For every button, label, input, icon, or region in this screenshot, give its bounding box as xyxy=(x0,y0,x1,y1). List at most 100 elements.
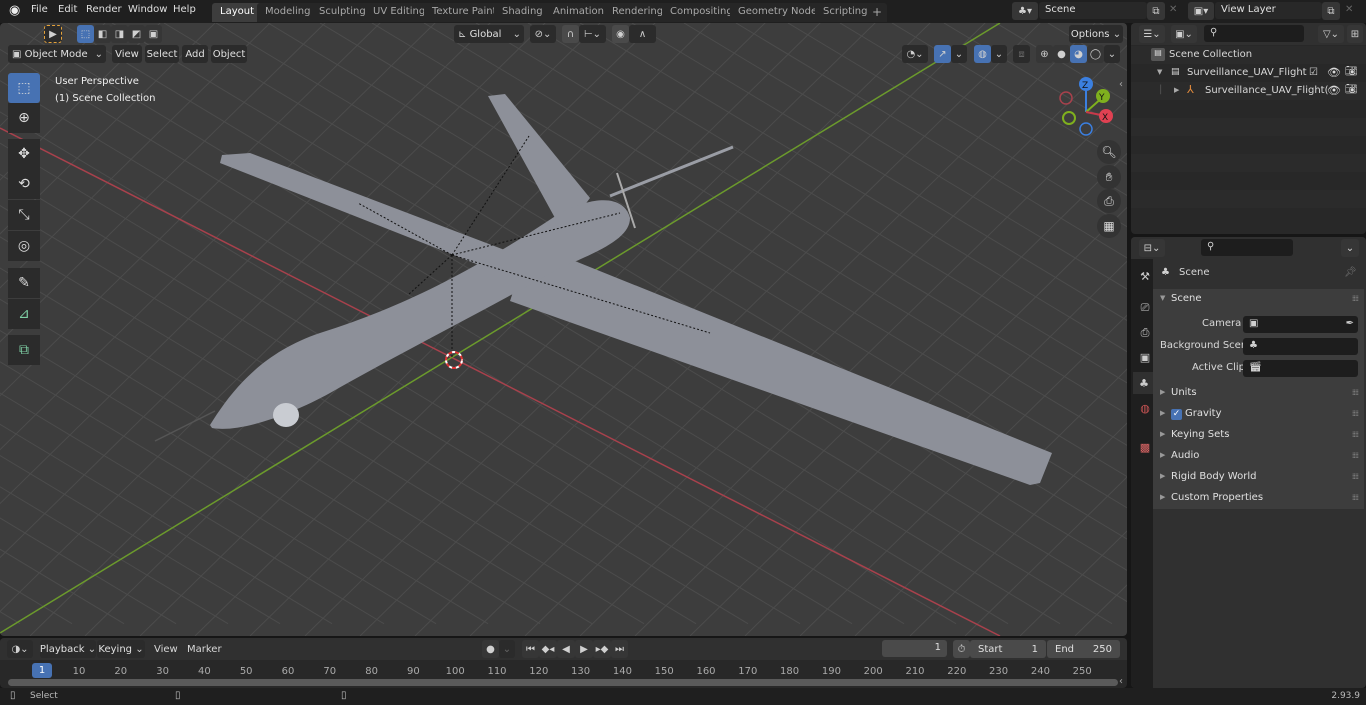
tab-modeling[interactable]: Modeling xyxy=(257,3,319,22)
xray-toggle[interactable]: ⧈ xyxy=(1013,45,1030,63)
end-frame-field[interactable]: End 250 xyxy=(1047,640,1120,658)
menu-view[interactable]: View xyxy=(154,644,178,655)
menu-add[interactable]: Add xyxy=(182,45,208,63)
pan-view-button[interactable]: ✋︎ xyxy=(1097,165,1121,189)
playhead[interactable]: 1 xyxy=(32,663,52,678)
pin-icon[interactable]: 📌︎ xyxy=(1344,267,1357,278)
menu-marker[interactable]: Marker xyxy=(187,644,222,655)
tool-select-toggle[interactable]: ▶ xyxy=(44,25,62,43)
panel-rigid-body-world[interactable]: ▶ Rigid Body World ⁞⁞⁞⁞ xyxy=(1153,467,1364,488)
options-dropdown[interactable]: Options ⌄ xyxy=(1069,25,1123,43)
add-workspace-button[interactable]: + xyxy=(867,3,888,22)
drag-handle-icon[interactable]: ⁞⁞⁞⁞ xyxy=(1352,430,1359,439)
play-reverse-button[interactable]: ◀ xyxy=(557,640,575,658)
new-scene-button[interactable]: ⧉ xyxy=(1147,2,1165,20)
snap-toggle[interactable]: ∩ xyxy=(562,25,579,43)
play-button[interactable]: ▶ xyxy=(575,640,593,658)
new-collection-button[interactable]: ⊞ xyxy=(1347,25,1363,43)
shading-dropdown[interactable]: ⌄ xyxy=(1104,45,1120,63)
shading-wireframe[interactable]: ⊕ xyxy=(1036,45,1053,63)
proportional-falloff-dropdown[interactable]: ∧ xyxy=(629,25,656,43)
camera-view-button[interactable]: ⎙ xyxy=(1097,189,1121,213)
zoom-view-button[interactable]: 🔍︎ xyxy=(1097,140,1121,164)
background-scene-field[interactable]: ♣ xyxy=(1243,338,1358,355)
render-camera-icon[interactable]: 📷︎ xyxy=(1345,84,1358,95)
panel-custom-properties[interactable]: ▶ Custom Properties ⁞⁞⁞⁞ xyxy=(1153,488,1364,509)
menu-edit[interactable]: Edit xyxy=(58,4,77,15)
tab-texture-paint[interactable]: Texture Paint xyxy=(424,3,505,22)
sidebar-toggle-icon[interactable]: ‹ xyxy=(1119,79,1123,90)
tab-uv-editing[interactable]: UV Editing xyxy=(365,3,434,22)
panel-gravity[interactable]: ▶ ✓ Gravity ⁞⁞⁞⁞ xyxy=(1153,404,1364,425)
tool-measure[interactable]: ⊿ xyxy=(8,299,40,329)
menu-file[interactable]: File xyxy=(31,4,48,15)
select-mode-extend[interactable]: ◧ xyxy=(94,25,111,43)
menu-object[interactable]: Object xyxy=(211,45,247,63)
tab-layout[interactable]: Layout xyxy=(212,3,262,22)
tab-view-layer[interactable]: ▣ xyxy=(1135,346,1155,368)
tool-transform[interactable]: ◎ xyxy=(8,231,40,261)
drag-handle-icon[interactable]: ⁞⁞⁞⁞ xyxy=(1352,472,1359,481)
jump-start-button[interactable]: ⏮ xyxy=(522,640,539,658)
keying-dropdown[interactable]: Keying ⌄ xyxy=(97,640,145,658)
start-frame-field[interactable]: Start 1 xyxy=(970,640,1046,658)
3d-viewport[interactable]: ⌖▾ ▶ ⬚ ◧ ◨ ◩ ▣ ▣ Object Mode ⌄ View Sele… xyxy=(0,23,1127,636)
tool-annotate[interactable]: ✎ xyxy=(8,268,40,298)
expand-arrow-icon[interactable]: ▶ xyxy=(1174,86,1179,94)
visibility-dropdown[interactable]: ◔⌄ xyxy=(902,45,928,63)
blender-logo-icon[interactable]: ◉ xyxy=(9,3,20,18)
tab-compositing[interactable]: Compositing xyxy=(662,3,741,22)
tool-rotate[interactable]: ⟲ xyxy=(8,169,40,199)
tab-shading[interactable]: Shading xyxy=(494,3,551,22)
snap-target-dropdown[interactable]: ⊢⌄ xyxy=(579,25,606,43)
jump-end-button[interactable]: ⏭ xyxy=(611,640,628,658)
proportional-editing-toggle[interactable]: ◉ xyxy=(612,25,629,43)
panel-scene-header[interactable]: ▼ Scene ⁞⁞⁞⁞ xyxy=(1153,289,1364,310)
outliner-row-scene-collection[interactable]: ▤ Scene Collection xyxy=(1131,46,1366,64)
next-keyframe-button[interactable]: ▸◆ xyxy=(593,640,611,658)
menu-view[interactable]: View xyxy=(112,45,142,63)
select-mode-invert[interactable]: ◩ xyxy=(128,25,145,43)
eyedropper-icon[interactable]: ✒ xyxy=(1346,318,1354,329)
filter-dropdown[interactable]: ▽⌄ xyxy=(1318,25,1344,43)
outliner-row-collection[interactable]: ▼ ▤ Surveillance_UAV_Flight ☑ 👁︎ 📷︎ xyxy=(1131,64,1366,82)
properties-search-input[interactable]: ⚲ xyxy=(1201,239,1293,256)
menu-window[interactable]: Window xyxy=(128,4,167,15)
delete-view-layer-icon[interactable]: ✕ xyxy=(1345,4,1353,15)
view-layer-browse-button[interactable]: ▣▾ xyxy=(1188,2,1214,20)
tab-render[interactable]: ⎚ xyxy=(1135,297,1155,319)
view-layer-name-field[interactable]: View Layer xyxy=(1215,2,1322,19)
camera-field[interactable]: ▣ ✒ xyxy=(1243,316,1358,333)
timeline-scrollbar[interactable] xyxy=(8,679,1118,686)
menu-help[interactable]: Help xyxy=(173,4,196,15)
panel-keying-sets[interactable]: ▶ Keying Sets ⁞⁞⁞⁞ xyxy=(1153,425,1364,446)
shading-rendered[interactable]: ◯ xyxy=(1087,45,1104,63)
display-mode-dropdown[interactable]: ▣⌄ xyxy=(1171,25,1197,43)
tool-move[interactable]: ✥ xyxy=(8,139,40,169)
expand-arrow-icon[interactable]: ▼ xyxy=(1157,68,1162,76)
perspective-toggle-button[interactable]: ▦ xyxy=(1097,214,1121,238)
tool-select-box[interactable]: ⬚ xyxy=(8,73,40,103)
panel-units[interactable]: ▶ Units ⁞⁞⁞⁞ xyxy=(1153,383,1364,404)
current-frame-field[interactable]: 1 xyxy=(882,640,947,657)
drag-handle-icon[interactable]: ⁞⁞⁞⁞ xyxy=(1352,451,1359,460)
gravity-checkbox[interactable]: ✓ xyxy=(1171,409,1182,420)
tab-world[interactable]: ◍ xyxy=(1135,397,1155,419)
tool-cursor[interactable]: ⊕ xyxy=(8,103,40,133)
tab-tool[interactable]: ⚒ xyxy=(1135,265,1155,287)
tab-animation[interactable]: Animation xyxy=(545,3,612,22)
scene-browse-button[interactable]: ♣▾ xyxy=(1012,2,1038,20)
preview-range-toggle[interactable]: ⏱ xyxy=(953,640,970,658)
timeline-editor-type[interactable]: ◑⌄ xyxy=(7,640,33,658)
tab-output[interactable]: ⎙ xyxy=(1135,322,1155,344)
menu-select[interactable]: Select xyxy=(145,45,179,63)
prev-keyframe-button[interactable]: ◆◂ xyxy=(539,640,557,658)
drag-handle-icon[interactable]: ⁞⁞⁞⁞ xyxy=(1352,409,1359,418)
shading-solid[interactable]: ● xyxy=(1053,45,1070,63)
select-mode-new[interactable]: ⬚ xyxy=(77,25,94,43)
drag-handle-icon[interactable]: ⁞⁞⁞⁞ xyxy=(1352,388,1359,397)
shading-material[interactable]: ◕ xyxy=(1070,45,1087,63)
playback-dropdown[interactable]: Playback ⌄ xyxy=(40,640,96,658)
eye-icon[interactable]: 👁︎ xyxy=(1327,84,1341,97)
navigation-gizmo[interactable]: Z Y X xyxy=(1055,75,1120,140)
